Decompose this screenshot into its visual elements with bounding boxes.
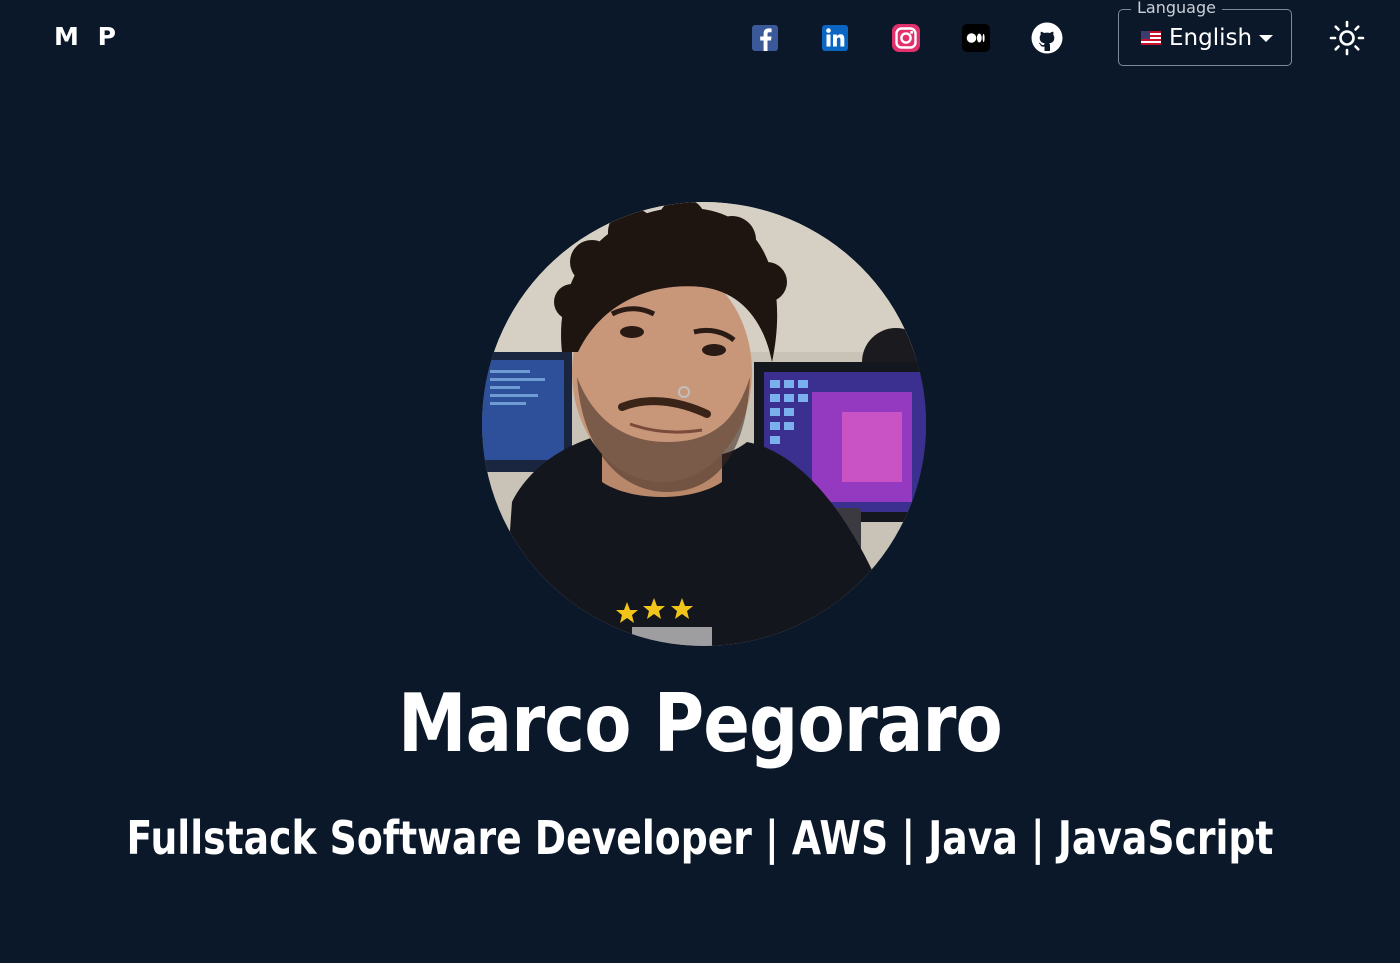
- instagram-link[interactable]: [889, 21, 923, 55]
- theme-toggle-button[interactable]: [1327, 18, 1367, 58]
- facebook-link[interactable]: [748, 21, 782, 55]
- medium-link[interactable]: [959, 21, 993, 55]
- linkedin-link[interactable]: [818, 21, 852, 55]
- chevron-down-icon: [1259, 35, 1273, 42]
- us-flag-icon: [1141, 31, 1161, 45]
- language-label: Language: [1131, 0, 1222, 18]
- language-value: English: [1169, 25, 1253, 51]
- instagram-icon: [892, 24, 920, 52]
- facebook-icon: [752, 25, 778, 51]
- linkedin-icon: [822, 25, 848, 51]
- hero-name: Marco Pegoraro: [398, 677, 1003, 770]
- github-link[interactable]: [1030, 21, 1064, 55]
- site-logo[interactable]: M P: [54, 22, 121, 51]
- sun-icon: [1329, 20, 1365, 56]
- hero-subtitle: Fullstack Software Developer | AWS | Jav…: [126, 811, 1274, 865]
- github-icon: [1031, 22, 1063, 54]
- medium-icon: [962, 24, 990, 52]
- profile-photo: [482, 202, 926, 646]
- language-select[interactable]: Language English: [1118, 0, 1292, 66]
